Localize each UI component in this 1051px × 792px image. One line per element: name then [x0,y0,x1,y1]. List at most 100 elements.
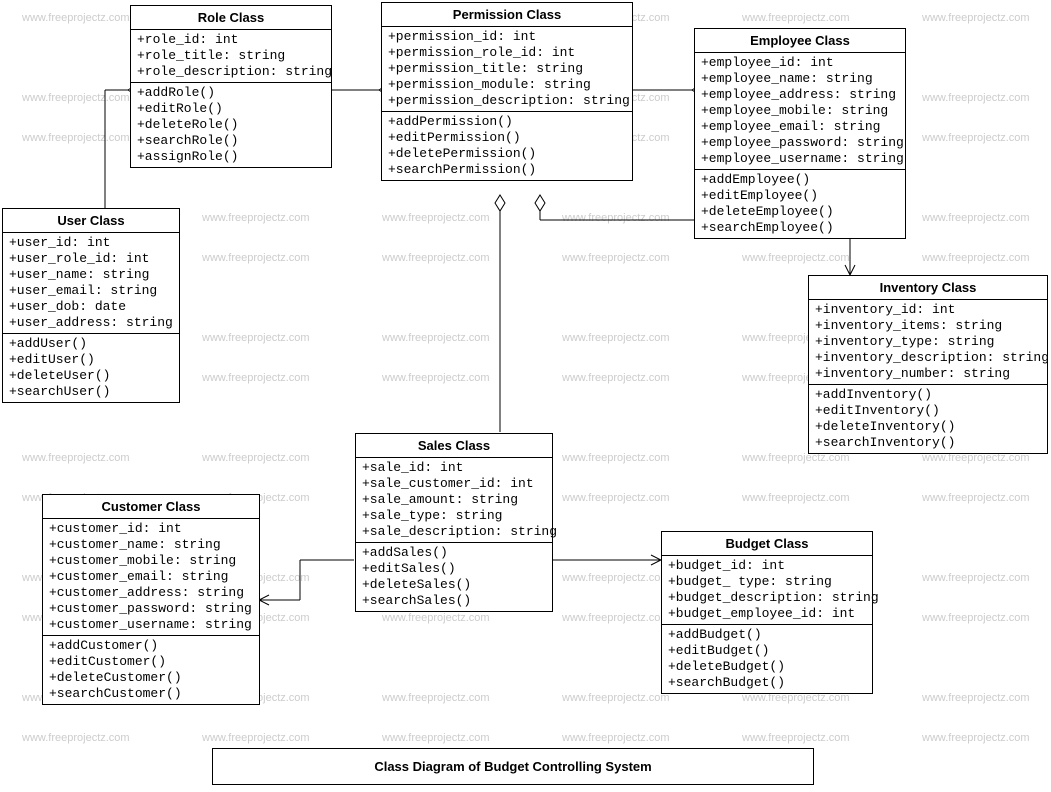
class-member: +inventory_items: string [815,318,1041,334]
class-member: +sale_id: int [362,460,546,476]
class-member: +employee_address: string [701,87,899,103]
class-member: +budget_ type: string [668,574,866,590]
class-member: +sale_customer_id: int [362,476,546,492]
class-member: +sale_description: string [362,524,546,540]
class-title: Inventory Class [809,276,1047,300]
class-member: +addUser() [9,336,173,352]
class-member: +permission_description: string [388,93,626,109]
class-member: +editBudget() [668,643,866,659]
class-member: +addSales() [362,545,546,561]
class-member: +searchInventory() [815,435,1041,451]
class-sales: Sales Class +sale_id: int+sale_customer_… [355,433,553,612]
class-member: +inventory_id: int [815,302,1041,318]
class-member: +sale_amount: string [362,492,546,508]
class-member: +role_id: int [137,32,325,48]
class-title: Employee Class [695,29,905,53]
class-member: +searchSales() [362,593,546,609]
class-ops: +addCustomer()+editCustomer()+deleteCust… [43,636,259,704]
class-member: +employee_id: int [701,55,899,71]
class-member: +addRole() [137,85,325,101]
class-member: +user_id: int [9,235,173,251]
class-member: +permission_module: string [388,77,626,93]
class-member: +deletePermission() [388,146,626,162]
diagram-canvas: www.freeprojectz.comwww.freeprojectz.com… [0,0,1051,792]
class-attrs: +inventory_id: int+inventory_items: stri… [809,300,1047,385]
class-attrs: +permission_id: int+permission_role_id: … [382,27,632,112]
class-role: Role Class +role_id: int+role_title: str… [130,5,332,168]
class-member: +searchPermission() [388,162,626,178]
class-member: +customer_email: string [49,569,253,585]
class-title: Permission Class [382,3,632,27]
class-member: +deleteRole() [137,117,325,133]
class-employee: Employee Class +employee_id: int +employe… [694,28,906,239]
class-member: +addCustomer() [49,638,253,654]
class-attrs: +budget_id: int+budget_ type: string+bud… [662,556,872,625]
class-member: +sale_type: string [362,508,546,524]
class-member: +editPermission() [388,130,626,146]
class-member: +role_title: string [137,48,325,64]
class-member: +editSales() [362,561,546,577]
class-ops: +addBudget()+editBudget()+deleteBudget()… [662,625,872,693]
diagram-title: Class Diagram of Budget Controlling Syst… [212,748,814,785]
class-member: +budget_id: int [668,558,866,574]
class-member: +budget_description: string [668,590,866,606]
class-member: +role_description: string [137,64,325,80]
class-user: User Class +user_id: int+user_role_id: i… [2,208,180,403]
class-title: Budget Class [662,532,872,556]
class-inventory: Inventory Class +inventory_id: int+inven… [808,275,1048,454]
class-member: +deleteUser() [9,368,173,384]
diagram-title-text: Class Diagram of Budget Controlling Syst… [374,759,651,774]
class-title: User Class [3,209,179,233]
class-member: +addInventory() [815,387,1041,403]
class-member: +customer_address: string [49,585,253,601]
class-member: +editInventory() [815,403,1041,419]
class-member: +searchUser() [9,384,173,400]
class-ops: +addRole()+editRole()+deleteRole()+searc… [131,83,331,167]
class-member: +searchBudget() [668,675,866,691]
class-ops: +addInventory()+editInventory()+deleteIn… [809,385,1047,453]
class-permission: Permission Class +permission_id: int+per… [381,2,633,181]
class-member: +searchCustomer() [49,686,253,702]
class-member: +customer_id: int [49,521,253,537]
class-member: +deleteInventory() [815,419,1041,435]
class-member: +user_dob: date [9,299,173,315]
class-member: +deleteSales() [362,577,546,593]
class-member: +customer_mobile: string [49,553,253,569]
class-ops: +addEmployee()+editEmployee()+deleteEmpl… [695,170,905,238]
class-title: Role Class [131,6,331,30]
class-member: +editUser() [9,352,173,368]
class-member: +inventory_number: string [815,366,1041,382]
class-member: +editCustomer() [49,654,253,670]
class-customer: Customer Class +customer_id: int+custome… [42,494,260,705]
class-member: +permission_id: int [388,29,626,45]
class-member: +searchRole() [137,133,325,149]
class-member: +inventory_description: string [815,350,1041,366]
class-ops: +addSales()+editSales()+deleteSales()+se… [356,543,552,611]
class-member: +employee_email: string [701,119,899,135]
class-member: +employee_mobile: string [701,103,899,119]
class-member: +customer_name: string [49,537,253,553]
class-member: +deleteEmployee() [701,204,899,220]
class-member: +deleteBudget() [668,659,866,675]
class-member: +addBudget() [668,627,866,643]
class-member: +permission_title: string [388,61,626,77]
class-member: +permission_role_id: int [388,45,626,61]
class-member: +user_role_id: int [9,251,173,267]
class-member: +searchEmployee() [701,220,899,236]
class-member: +inventory_type: string [815,334,1041,350]
class-member: +editEmployee() [701,188,899,204]
class-member: +deleteCustomer() [49,670,253,686]
class-member: +user_name: string [9,267,173,283]
class-attrs: +user_id: int+user_role_id: int+user_nam… [3,233,179,334]
class-ops: +addPermission()+editPermission()+delete… [382,112,632,180]
class-budget: Budget Class +budget_id: int+budget_ typ… [661,531,873,694]
class-member: +editRole() [137,101,325,117]
class-ops: +addUser()+editUser()+deleteUser()+searc… [3,334,179,402]
class-attrs: +sale_id: int+sale_customer_id: int+sale… [356,458,552,543]
class-member: +user_address: string [9,315,173,331]
class-member: +employee_password: string [701,135,899,151]
class-member: +budget_employee_id: int [668,606,866,622]
class-title: Customer Class [43,495,259,519]
class-attrs: +role_id: int+role_title: string+role_de… [131,30,331,83]
class-title: Sales Class [356,434,552,458]
